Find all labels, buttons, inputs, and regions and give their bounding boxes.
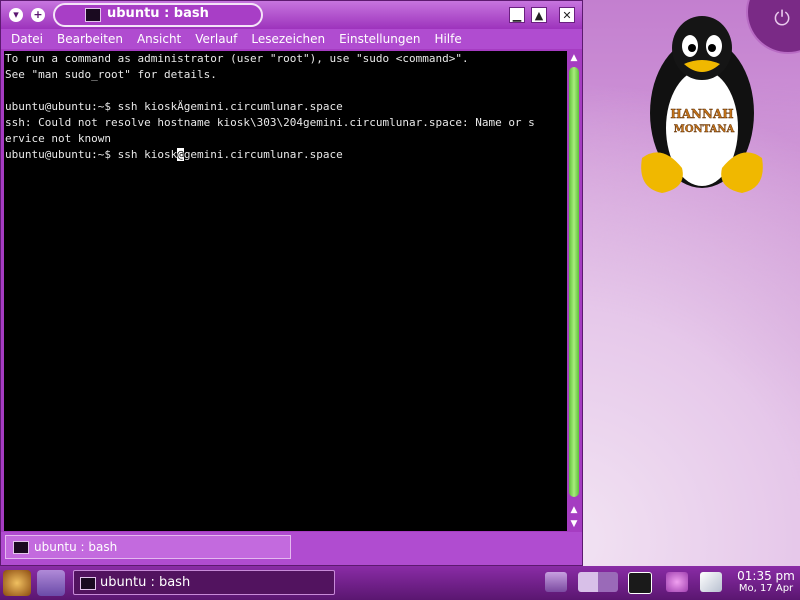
vertical-scrollbar[interactable]: ▲ ▲ ▼ — [567, 51, 581, 531]
window-titlebar[interactable]: ▾ + ubuntu : bash ▁ ▲ ✕ — [1, 1, 582, 29]
network-icon[interactable] — [545, 572, 567, 592]
scrollbar-thumb[interactable] — [569, 67, 579, 497]
terminal-icon — [13, 541, 29, 554]
menubar: Datei Bearbeiten Ansicht Verlauf Lesezei… — [1, 29, 582, 49]
notification-icon[interactable] — [666, 572, 688, 592]
terminal-line: ubuntu@ubuntu:~$ ssh kioskÄgemini.circum… — [5, 100, 343, 113]
menu-einstellungen[interactable]: Einstellungen — [339, 32, 420, 46]
window-menu-button[interactable]: ▾ — [9, 8, 23, 22]
text-cursor: @ — [177, 148, 184, 161]
menu-datei[interactable]: Datei — [11, 32, 43, 46]
desktop-pager-icon[interactable] — [578, 572, 618, 592]
scroll-up-arrow-icon[interactable]: ▲ — [567, 51, 581, 65]
scroll-down-arrow-icon[interactable]: ▼ — [567, 517, 581, 531]
logo-line2: MONTANA — [674, 124, 735, 135]
terminal-prompt-line[interactable]: ubuntu@ubuntu:~$ ssh kiosk@gemini.circum… — [4, 147, 567, 163]
clipboard-icon[interactable] — [628, 572, 652, 594]
clock-time: 01:35 pm — [737, 569, 795, 583]
close-button[interactable]: ✕ — [559, 7, 575, 23]
session-tabbar: ubuntu : bash — [1, 532, 582, 565]
sticky-button[interactable]: + — [31, 8, 45, 22]
menu-bearbeiten[interactable]: Bearbeiten — [57, 32, 123, 46]
terminal-output[interactable]: To run a command as administrator (user … — [4, 51, 567, 531]
menu-lesezeichen[interactable]: Lesezeichen — [251, 32, 325, 46]
clock-date: Mo, 17 Apr — [738, 583, 794, 594]
taskbar: ubuntu : bash 01:35 pm Mo, 17 Apr — [0, 566, 800, 600]
taskbar-task-terminal[interactable]: ubuntu : bash — [73, 570, 335, 595]
clock[interactable]: 01:35 pm Mo, 17 Apr — [733, 569, 799, 594]
title-pill: ubuntu : bash — [53, 3, 263, 27]
window-title: ubuntu : bash — [107, 6, 209, 21]
terminal-line: To run a command as administrator (user … — [5, 52, 469, 65]
terminal-line: See "man sudo_root" for details. — [5, 68, 217, 81]
terminal-window: ▾ + ubuntu : bash ▁ ▲ ✕ Datei Bearbeiten… — [0, 0, 583, 566]
maximize-button[interactable]: ▲ — [531, 7, 547, 23]
prompt-text: ubuntu@ubuntu:~$ ssh kiosk — [5, 148, 178, 161]
terminal-line: ervice not known — [5, 132, 111, 145]
terminal-icon — [80, 577, 96, 590]
terminal-line: ssh: Could not resolve hostname kiosk\30… — [5, 116, 535, 129]
logo-line1: HANNAH — [670, 107, 733, 121]
minimize-button[interactable]: ▁ — [509, 7, 525, 23]
start-menu-icon[interactable] — [3, 570, 31, 596]
prompt-text-after-cursor: gemini.circumlunar.space — [183, 148, 343, 161]
update-icon[interactable] — [700, 572, 722, 592]
folder-icon[interactable] — [37, 570, 65, 596]
session-tab[interactable]: ubuntu : bash — [5, 535, 291, 559]
logout-icon[interactable]: ⏻ — [774, 6, 790, 30]
session-tab-label: ubuntu : bash — [34, 540, 118, 554]
scroll-up-arrow-icon[interactable]: ▲ — [567, 503, 581, 517]
menu-hilfe[interactable]: Hilfe — [434, 32, 461, 46]
taskbar-task-label: ubuntu : bash — [100, 575, 191, 590]
menu-verlauf[interactable]: Verlauf — [195, 32, 237, 46]
menu-ansicht[interactable]: Ansicht — [137, 32, 181, 46]
terminal-icon — [85, 8, 101, 22]
tux-penguin-image: HANNAH MONTANA — [641, 16, 763, 193]
